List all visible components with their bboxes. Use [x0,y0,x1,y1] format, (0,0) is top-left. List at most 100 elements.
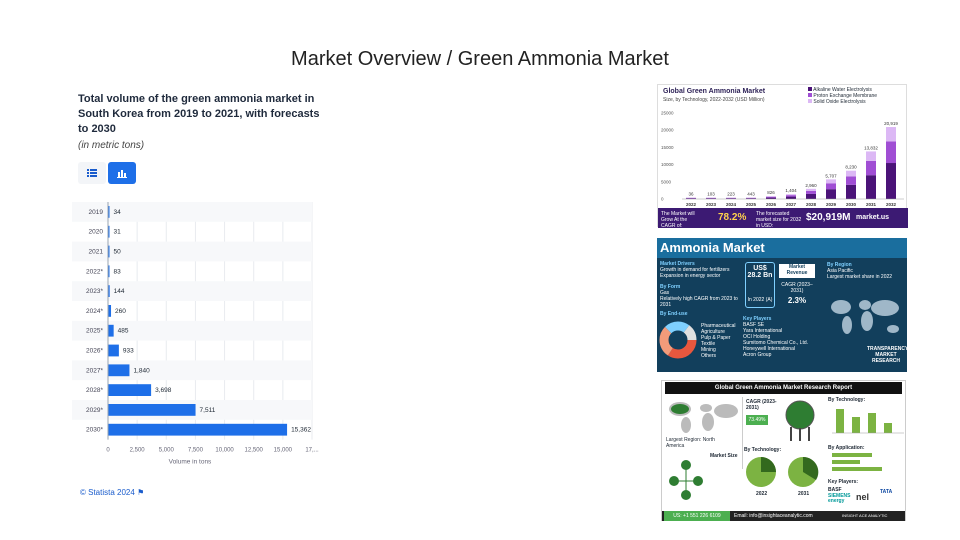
year-2031: 2031 [798,491,810,497]
stack-segment [846,184,856,199]
pie-2022 [746,457,776,487]
revenue-year: In 2022 (A) [747,297,773,303]
cagr-value: 2.3% [787,296,807,305]
img3-by-technology: By Technology: [744,447,782,453]
category-label: 2029* [86,407,103,414]
stack-segment [886,163,896,199]
year-label: 2027 [786,202,797,207]
year-label: 2032 [886,202,897,207]
stack-segment [766,196,776,197]
x-tick-label: 2,500 [130,448,146,454]
y-tick-label: 25000 [661,111,674,116]
chart-view-button[interactable] [108,162,136,184]
data-label: 34 [114,209,122,216]
img1-cagr: 78.2% [718,212,747,223]
bar-value-label: 20,919 [884,121,898,126]
img3-brand: INSIGHT ACE ANALYTIC [842,513,888,518]
data-label: 260 [115,308,126,315]
y-tick-label: 0 [661,197,664,202]
bar-value-label: 5,707 [825,173,837,178]
category-label: 2028* [86,387,103,394]
category-label: 2020 [89,229,104,236]
enduse-item: Others [701,353,717,359]
y-tick-label: 15000 [661,145,674,150]
stack-segment [786,195,796,197]
img1-chart: 25000 20000 15000 10000 5000 0 36 2022 103 2023 22… [661,111,904,207]
stack-segment [766,196,776,198]
player-item: Acron Group [743,352,772,358]
statista-footer: © Statista 2024 ⚑ [80,488,144,497]
chart-subtitle: (in metric tons) [78,140,145,151]
enduse-heading: By End-use [660,311,688,317]
stack-segment [806,190,816,194]
x-axis-label: Volume in tons [169,459,212,466]
bar [108,423,288,436]
img1-subtitle: Size, by Technology, 2022-2032 (USD Mill… [663,97,765,103]
stack-segment [866,175,876,199]
bar-value-label: 2,960 [805,183,817,188]
stack-segment [886,127,896,142]
revenue-box: US$ 28.2 Bn In 2022 (A) [745,262,775,308]
bar-value-label: 443 [747,191,755,196]
year-label: 2029 [826,202,837,207]
img3-phone: US: +1 551 226 6109 [664,511,730,521]
logo-siemens: SIEMENS energy [828,493,851,504]
logo-tata: TATA [880,489,893,495]
category-label: 2019 [89,209,104,216]
x-tick-label: 15,000 [274,448,293,454]
category-label: 2021 [89,249,104,256]
category-label: 2025* [86,328,103,335]
category-label: 2027* [86,367,103,374]
data-label: 83 [114,268,122,275]
stack-segment [866,160,876,176]
largest-region: Largest Region: North America [666,437,715,449]
stack-segment [826,179,836,184]
flag-icon[interactable]: ⚑ [137,488,144,497]
bar [108,324,114,337]
data-label: 7,511 [200,407,216,414]
world-map-icon [831,300,899,334]
img1-footer: The Market will Grow At the CAGR of: 78.… [658,208,908,229]
x-tick-label: 10,000 [215,448,234,454]
bar-value-label: 8,230 [845,165,857,170]
enduse-list: Pharmaceutical Agriculture Pulp & Paper … [701,323,741,359]
network-icon [669,460,703,500]
data-label: 1,840 [133,367,150,374]
img1-legend: Alkaline Water Electrolysis Proton Excha… [808,87,908,105]
data-label: 933 [123,348,134,355]
img2-brand: TRANSPARENCY MARKET RESEARCH [867,346,909,364]
application-bars [832,453,882,471]
img1-footer-mid: The forecasted market size for 2032 in U… [756,211,802,229]
year-label: 2023 [706,202,717,207]
x-tick-label: 12,500 [245,448,264,454]
logo-nel: nel [856,492,870,502]
year-label: 2031 [866,202,877,207]
y-tick-label: 20000 [661,128,674,133]
table-view-button[interactable] [78,162,106,184]
technology-bars [832,409,904,434]
revenue-label: Market Revenue [779,264,815,278]
year-2022: 2022 [756,491,768,497]
img3-footer: US: +1 551 226 6109 Email: info@insighta… [662,511,905,521]
market-us-infographic: Global Green Ammonia Market Size, by Tec… [657,84,908,229]
stack-segment [806,193,816,199]
img2-left-col: Market Drivers Growth in demand for fert… [660,261,742,317]
img1-brand: market.us [856,214,890,221]
chart-title: Total volume of the green ammonia market… [78,93,320,135]
stack-segment [806,188,816,191]
data-label: 144 [114,288,125,295]
enduse-donut [659,321,697,359]
img3-email: Email: info@insightaceanalytic.com [734,513,813,519]
img1-footer-left: The Market will Grow At the CAGR of: [661,211,695,229]
data-label: 3,698 [155,387,172,394]
year-label: 2030 [846,202,857,207]
stack-segment [886,141,896,164]
driver-item: Expansion in energy sector [660,273,721,279]
bar [108,364,130,377]
bar [108,404,196,416]
data-label: 50 [114,249,122,256]
x-tick-label: 0 [106,448,110,454]
category-label: 2023* [86,288,103,295]
data-label: 31 [114,229,122,236]
revenue-value: US$ 28.2 Bn [747,265,773,279]
